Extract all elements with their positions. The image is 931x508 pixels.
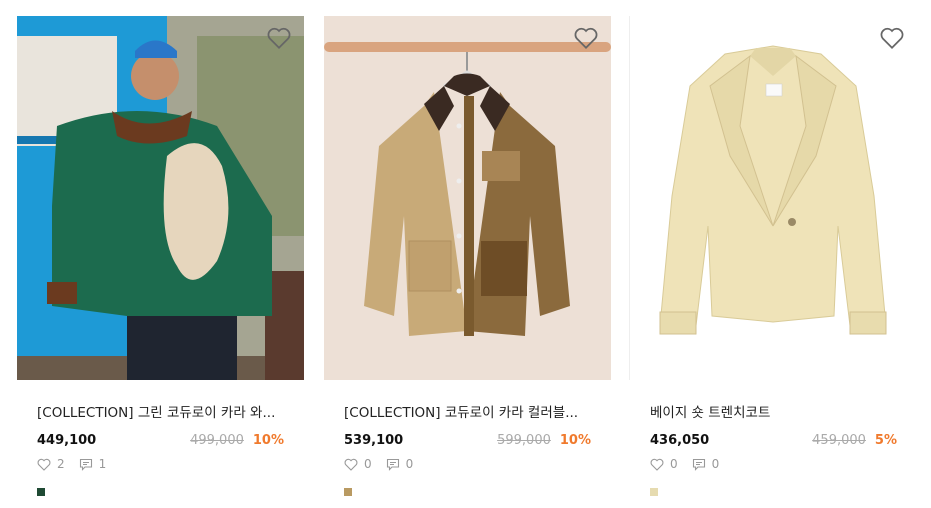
product-card[interactable]: [COLLECTION] 코듀로이 카라 컬러블... 539,100 599,… xyxy=(324,16,611,496)
color-swatch[interactable] xyxy=(37,488,45,496)
like-count: 0 xyxy=(670,457,678,471)
comment-icon xyxy=(79,458,92,471)
sale-price: 539,100 xyxy=(344,433,404,448)
product-grid: [COLLECTION] 그린 코듀로이 카라 와... 449,100 499… xyxy=(0,0,931,508)
product-image[interactable] xyxy=(630,16,917,380)
review-count: 0 xyxy=(711,457,720,471)
product-meta: 0 0 xyxy=(344,457,611,471)
product-meta: 2 1 xyxy=(37,457,304,471)
product-image[interactable] xyxy=(324,16,611,380)
wishlist-heart-icon[interactable] xyxy=(266,26,292,50)
wishlist-heart-icon[interactable] xyxy=(573,26,599,50)
discount-rate: 5% xyxy=(874,433,897,448)
product-title[interactable]: 베이지 숏 트렌치코트 xyxy=(650,401,905,421)
color-swatch[interactable] xyxy=(650,488,658,496)
price-row: 539,100 599,000 10% xyxy=(344,433,591,448)
comment-icon xyxy=(692,458,705,471)
original-price: 499,000 xyxy=(190,433,244,448)
comment-icon xyxy=(386,458,399,471)
product-card[interactable]: [COLLECTION] 그린 코듀로이 카라 와... 449,100 499… xyxy=(17,16,304,496)
heart-outline-icon xyxy=(37,458,51,471)
discount-rate: 10% xyxy=(252,433,284,448)
like-count: 0 xyxy=(364,457,372,471)
product-image[interactable] xyxy=(17,16,304,380)
price-row: 436,050 459,000 5% xyxy=(650,433,897,448)
like-count: 2 xyxy=(57,457,65,471)
product-title[interactable]: [COLLECTION] 그린 코듀로이 카라 와... xyxy=(37,401,292,421)
wishlist-heart-icon[interactable] xyxy=(879,26,905,50)
price-row: 449,100 499,000 10% xyxy=(37,433,284,448)
color-swatch[interactable] xyxy=(344,488,352,496)
heart-outline-icon xyxy=(650,458,664,471)
original-price: 459,000 xyxy=(812,433,866,448)
product-card[interactable]: 베이지 숏 트렌치코트 436,050 459,000 5% 0 0 xyxy=(630,16,917,496)
original-price: 599,000 xyxy=(497,433,551,448)
product-title[interactable]: [COLLECTION] 코듀로이 카라 컬러블... xyxy=(344,401,599,421)
review-count: 0 xyxy=(405,457,414,471)
product-meta: 0 0 xyxy=(650,457,917,471)
review-count: 1 xyxy=(98,457,107,471)
heart-outline-icon xyxy=(344,458,358,471)
sale-price: 449,100 xyxy=(37,433,97,448)
discount-rate: 10% xyxy=(559,433,591,448)
sale-price: 436,050 xyxy=(650,433,710,448)
